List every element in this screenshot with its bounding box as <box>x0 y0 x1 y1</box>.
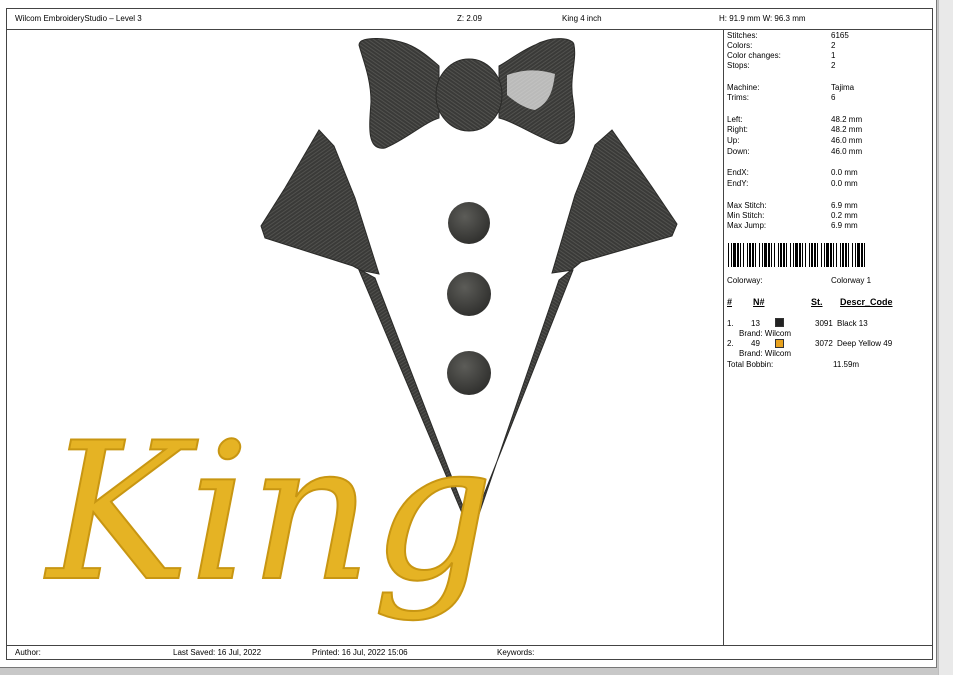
trims-row: Trims: 6 <box>727 93 836 102</box>
barcode-bar <box>802 243 803 267</box>
vertical-scrollbar[interactable] <box>938 0 953 675</box>
colors-row: Colors: 2 <box>727 41 836 50</box>
barcode-bar <box>771 243 772 267</box>
barcode-bar <box>840 243 841 267</box>
app-title: Wilcom EmbroideryStudio – Level 3 <box>15 14 142 23</box>
design-preview: King <box>7 30 723 645</box>
total-bobbin-label: Total Bobbin: <box>727 360 774 369</box>
color-row-brand: Brand: Wilcom <box>739 329 792 338</box>
min-stitch-row: Min Stitch: 0.2 mm <box>727 211 858 220</box>
design-name: King 4 inch <box>562 14 602 23</box>
barcode-bar <box>780 243 782 267</box>
left-row: Left: 48.2 mm <box>727 115 863 124</box>
max-stitch-row: Max Stitch: 6.9 mm <box>727 201 858 210</box>
design-info-panel: Stitches: 6165 Colors: 2 Color changes: 1 S… <box>727 31 927 641</box>
barcode-graphic <box>728 243 865 267</box>
col-header-n: N# <box>753 297 765 307</box>
color-row-brand: Brand: Wilcom <box>739 349 792 358</box>
printed-date: Printed: 16 Jul, 2022 15:06 <box>312 648 408 657</box>
barcode-bar <box>778 243 779 267</box>
color-row-descr: Black 13 <box>837 319 868 328</box>
color-row-st: 3072 <box>815 339 833 348</box>
color-row-index: 1. <box>727 319 734 328</box>
barcode-bar <box>848 243 849 267</box>
machine-row: Machine: Tajima <box>727 83 855 92</box>
barcode-bar <box>805 243 806 267</box>
down-row: Down: 46.0 mm <box>727 147 863 156</box>
author-label: Author: <box>15 648 41 657</box>
worksheet-footer: Author: Last Saved: 16 Jul, 2022 Printed… <box>7 645 932 660</box>
last-saved: Last Saved: 16 Jul, 2022 <box>173 648 262 657</box>
color-row-st: 3091 <box>815 319 833 328</box>
barcode-bar <box>731 243 732 267</box>
stops-row: Stops: 2 <box>727 61 836 70</box>
color-changes-row: Color changes: 1 <box>727 51 836 60</box>
barcode-bar <box>855 243 856 267</box>
barcode-bar <box>795 243 798 267</box>
up-row: Up: 46.0 mm <box>727 136 863 145</box>
barcode-bar <box>783 243 785 267</box>
color-swatch-black <box>775 318 784 327</box>
king-lettering: King <box>44 402 494 623</box>
bow-tie-graphic <box>358 38 576 149</box>
barcode-bar <box>811 243 813 267</box>
barcode-bar <box>786 243 787 267</box>
endx-row: EndX: 0.0 mm <box>727 168 858 177</box>
barcode-bar <box>764 243 767 267</box>
barcode-bar <box>749 243 751 267</box>
total-bobbin-value: 11.59m <box>833 360 860 369</box>
endy-row: EndY: 0.0 mm <box>727 179 858 188</box>
barcode-bar <box>830 243 832 267</box>
barcode-bar <box>743 243 744 267</box>
info-divider <box>723 30 724 645</box>
barcode-bar <box>809 243 810 267</box>
barcode-bar <box>864 243 865 267</box>
barcode-bar <box>762 243 763 267</box>
col-header-index: # <box>727 297 733 307</box>
zoom-level: Z: 2.09 <box>457 14 482 23</box>
worksheet-header: Wilcom EmbroideryStudio – Level 3 Z: 2.0… <box>7 9 932 30</box>
col-header-descr: Descr_Code <box>840 297 893 307</box>
barcode-bar <box>728 243 729 267</box>
barcode-bar <box>755 243 756 267</box>
barcode-bar <box>826 243 829 267</box>
color-row-n: 13 <box>751 319 760 328</box>
barcode-bar <box>799 243 801 267</box>
barcode-bar <box>793 243 794 267</box>
barcode-bar <box>790 243 791 267</box>
barcode-bar <box>814 243 816 267</box>
barcode-bar <box>740 243 741 267</box>
barcode-bar <box>817 243 818 267</box>
print-preview-sheet: Wilcom EmbroideryStudio – Level 3 Z: 2.0… <box>0 0 937 668</box>
barcode-bar <box>833 243 834 267</box>
shirt-buttons-graphic <box>447 202 491 395</box>
barcode-bar <box>824 243 825 267</box>
barcode-bar <box>759 243 760 267</box>
barcode-bar <box>852 243 853 267</box>
barcode-bar <box>733 243 736 267</box>
barcode-bar <box>842 243 844 267</box>
colorway-row: Colorway: Colorway 1 <box>727 276 872 285</box>
keywords-label: Keywords: <box>497 648 535 657</box>
stitches-row: Stitches: 6165 <box>727 31 849 40</box>
color-row-index: 2. <box>727 339 734 348</box>
barcode-bar <box>774 243 775 267</box>
barcode-bar <box>768 243 770 267</box>
barcode-bar <box>836 243 837 267</box>
barcode-bar <box>857 243 860 267</box>
barcode-bar <box>747 243 748 267</box>
color-swatch-yellow <box>775 339 784 348</box>
barcode-bar <box>752 243 754 267</box>
barcode-bar <box>737 243 739 267</box>
right-row: Right: 48.2 mm <box>727 125 863 134</box>
barcode-bar <box>861 243 863 267</box>
color-row-descr: Deep Yellow 49 <box>837 339 893 348</box>
barcode-bar <box>845 243 847 267</box>
worksheet-frame: Wilcom EmbroideryStudio – Level 3 Z: 2.0… <box>6 8 933 660</box>
color-row-n: 49 <box>751 339 760 348</box>
design-size: H: 91.9 mm W: 96.3 mm <box>719 14 806 23</box>
max-jump-row: Max Jump: 6.9 mm <box>727 221 858 230</box>
col-header-st: St. <box>811 297 823 307</box>
barcode-bar <box>821 243 822 267</box>
